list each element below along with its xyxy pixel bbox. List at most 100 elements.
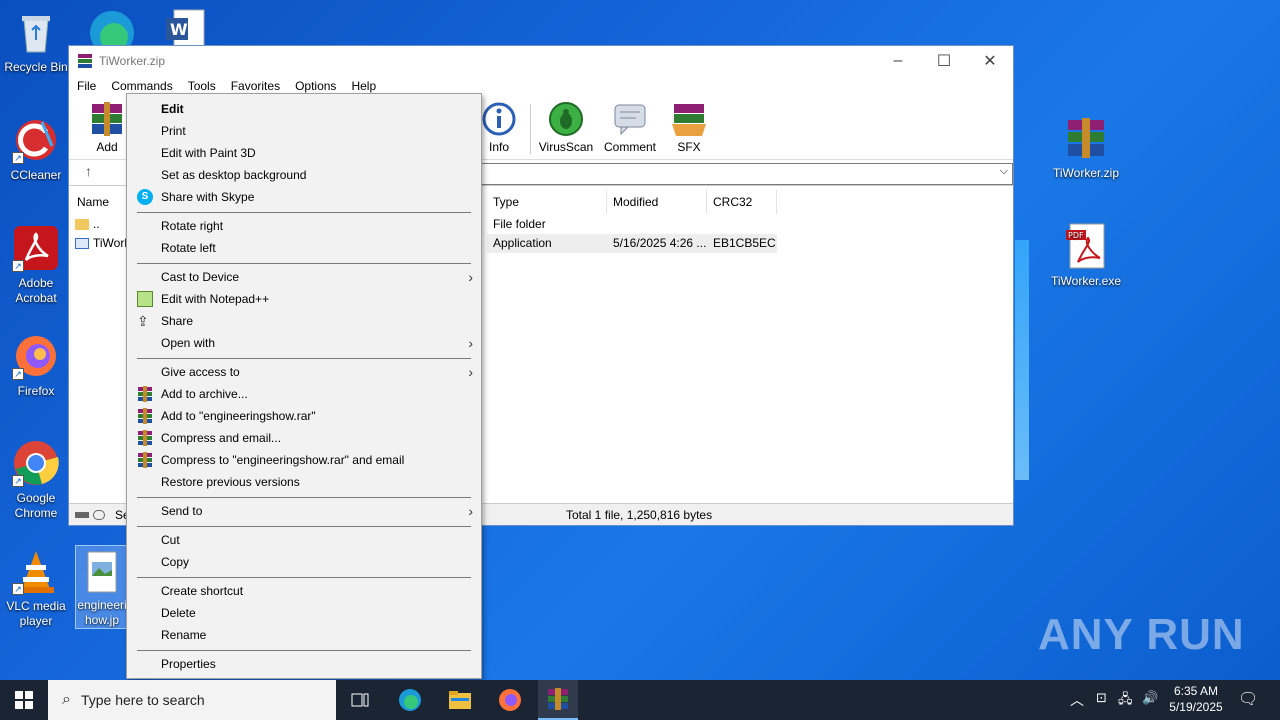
menu-item-cut[interactable]: Cut xyxy=(127,529,481,551)
volume-icon[interactable]: 🔊 xyxy=(1142,690,1158,706)
chevron-down-icon[interactable]: ⌵ xyxy=(1000,165,1008,178)
menu-item-rename[interactable]: Rename xyxy=(127,624,481,646)
shortcut-arrow-icon: ↗ xyxy=(12,475,24,487)
menu-item-label: Edit with Notepad++ xyxy=(161,292,270,306)
menu-file[interactable]: File xyxy=(77,79,103,93)
comment-button[interactable]: Comment xyxy=(601,100,659,154)
menu-item-compress-and-email[interactable]: Compress and email... xyxy=(127,427,481,449)
network-icon[interactable]: ⊡ xyxy=(1096,690,1107,706)
shortcut-arrow-icon: ↗ xyxy=(12,583,24,595)
taskbar-firefox-button[interactable] xyxy=(490,680,530,720)
menu-item-share[interactable]: ⇪ Share xyxy=(127,310,481,332)
maximize-button[interactable]: ☐ xyxy=(921,46,967,76)
menu-item-rotate-right[interactable]: Rotate right xyxy=(127,215,481,237)
virusscan-button[interactable]: VirusScan xyxy=(537,100,595,154)
menu-item-send-to[interactable]: Send to › xyxy=(127,500,481,522)
menu-item-compress-to-rar-and-email[interactable]: Compress to "engineeringshow.rar" and em… xyxy=(127,449,481,471)
menu-item-label: Rotate left xyxy=(161,241,216,255)
menu-item-cast-to-device[interactable]: Cast to Device › xyxy=(127,266,481,288)
taskbar-winrar-button[interactable] xyxy=(538,680,578,720)
window-title: TiWorker.zip xyxy=(99,54,166,68)
task-view-icon xyxy=(351,693,369,707)
menu-item-delete[interactable]: Delete xyxy=(127,602,481,624)
add-button[interactable]: Add xyxy=(87,100,127,154)
winrar-icon xyxy=(137,430,153,446)
title-bar[interactable]: TiWorker.zip – ☐ ✕ xyxy=(69,46,1013,76)
menu-item-set-desktop-background[interactable]: Set as desktop background xyxy=(127,164,481,186)
column-header-modified[interactable]: Modified xyxy=(607,190,707,214)
adobe-acrobat-icon: ↗ xyxy=(12,224,60,272)
pdf-file-icon: PDF xyxy=(1062,222,1110,270)
google-chrome-desktop-icon[interactable]: ↗ Google Chrome xyxy=(0,439,74,521)
menu-tools[interactable]: Tools xyxy=(188,79,223,93)
taskbar-file-explorer-button[interactable] xyxy=(440,680,480,720)
key-icon xyxy=(93,510,105,520)
menu-item-label: Cut xyxy=(161,533,180,547)
column-header-type[interactable]: Type xyxy=(487,190,607,214)
ethernet-icon[interactable]: 🖧 xyxy=(1118,690,1133,712)
tiworker-exe-desktop-icon[interactable]: PDF TiWorker.exe xyxy=(1048,222,1124,289)
menu-item-give-access-to[interactable]: Give access to › xyxy=(127,361,481,383)
menu-commands[interactable]: Commands xyxy=(111,79,179,93)
adobe-acrobat-desktop-icon[interactable]: ↗ Adobe Acrobat xyxy=(0,224,74,306)
status-text: Total 1 file, 1,250,816 bytes xyxy=(566,508,713,522)
taskbar-search-box[interactable]: ⌕ Type here to search xyxy=(48,680,336,720)
recycle-bin-desktop-icon[interactable]: Recycle Bin xyxy=(0,8,74,75)
desktop-icon-label: TiWorker.exe xyxy=(1050,274,1122,288)
menu-item-share-with-skype[interactable]: S Share with Skype xyxy=(127,186,481,208)
menu-item-add-to-rar[interactable]: Add to "engineeringshow.rar" xyxy=(127,405,481,427)
close-button[interactable]: ✕ xyxy=(967,46,1013,76)
up-arrow-icon[interactable]: ↑ xyxy=(85,163,92,179)
menu-item-properties[interactable]: Properties xyxy=(127,653,481,675)
clock[interactable]: 6:35 AM 5/19/2025 xyxy=(1164,683,1228,715)
menu-item-rotate-left[interactable]: Rotate left xyxy=(127,237,481,259)
winrar-archive-icon xyxy=(1062,114,1110,162)
ccleaner-desktop-icon[interactable]: ↗ CCleaner xyxy=(0,116,74,183)
search-icon: ⌕ xyxy=(62,691,71,708)
column-header-name[interactable]: Name xyxy=(71,190,127,214)
notification-center-icon[interactable]: 🗨 xyxy=(1238,689,1258,709)
path-field[interactable]: ⌵ xyxy=(481,163,1013,185)
row-type: Application xyxy=(493,236,552,250)
info-button[interactable]: Info xyxy=(479,100,519,154)
start-button[interactable] xyxy=(0,680,48,720)
menu-favorites[interactable]: Favorites xyxy=(231,79,287,93)
menu-item-edit-with-notepadpp[interactable]: Edit with Notepad++ xyxy=(127,288,481,310)
vlc-desktop-icon[interactable]: ↗ VLC media player xyxy=(0,547,74,629)
vlc-cone-icon: ↗ xyxy=(12,547,60,595)
menu-item-label: Edit with Paint 3D xyxy=(161,146,256,160)
menu-item-print[interactable]: Print xyxy=(127,120,481,142)
virusscan-bug-icon xyxy=(547,100,585,138)
virusscan-label: VirusScan xyxy=(538,140,594,154)
minimize-button[interactable]: – xyxy=(875,46,921,76)
menu-item-label: Print xyxy=(161,124,186,138)
menu-item-restore-previous-versions[interactable]: Restore previous versions xyxy=(127,471,481,493)
column-header-crc32[interactable]: CRC32 xyxy=(707,190,777,214)
row-crc32: EB1CB5EC xyxy=(713,236,776,250)
menu-item-label: Rename xyxy=(161,628,207,642)
toolbar-separator xyxy=(530,104,531,154)
taskbar-edge-button[interactable] xyxy=(390,680,430,720)
menu-item-add-to-archive[interactable]: Add to archive... xyxy=(127,383,481,405)
engineeringshow-jpg-desktop-icon[interactable]: engineeri how.jp xyxy=(75,545,129,629)
submenu-arrow-icon: › xyxy=(468,335,473,351)
menu-help[interactable]: Help xyxy=(351,79,383,93)
menu-item-label: Add to archive... xyxy=(161,387,248,401)
menu-item-edit[interactable]: Edit xyxy=(127,98,481,120)
menu-item-copy[interactable]: Copy xyxy=(127,551,481,573)
menu-item-open-with[interactable]: Open with › xyxy=(127,332,481,354)
folder-icon xyxy=(449,691,471,709)
firefox-desktop-icon[interactable]: ↗ Firefox xyxy=(0,332,74,399)
task-view-button[interactable] xyxy=(340,680,380,720)
show-hidden-icons-chevron[interactable]: ︿ xyxy=(1070,690,1084,710)
edge-desktop-icon[interactable] xyxy=(88,5,136,45)
word-desktop-icon[interactable]: W xyxy=(164,8,206,46)
winrar-icon xyxy=(137,408,153,424)
row-modified: 5/16/2025 4:26 ... xyxy=(613,236,707,250)
menu-item-edit-with-paint-3d[interactable]: Edit with Paint 3D xyxy=(127,142,481,164)
add-label: Add xyxy=(96,140,118,154)
menu-item-create-shortcut[interactable]: Create shortcut xyxy=(127,580,481,602)
sfx-button[interactable]: SFX xyxy=(669,100,709,154)
menu-options[interactable]: Options xyxy=(295,79,343,93)
tiworker-zip-desktop-icon[interactable]: TiWorker.zip xyxy=(1048,114,1124,181)
